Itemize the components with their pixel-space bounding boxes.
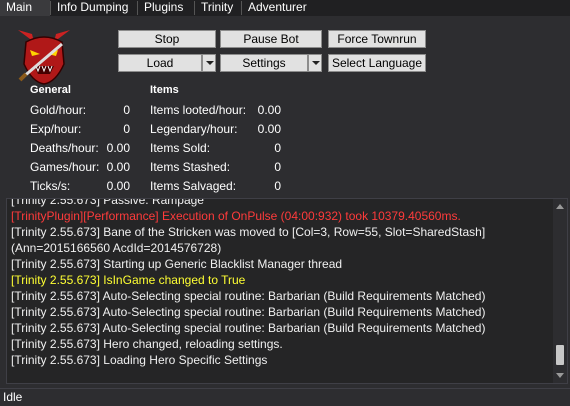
gold-per-hour-label: Gold/hour:	[30, 103, 87, 117]
log-line: [Trinity 2.55.673] Passive: Rampage	[11, 198, 204, 207]
settings-button[interactable]: Settings	[220, 54, 308, 72]
items-looted-label: Items looted/hour:	[150, 103, 247, 117]
scroll-down-arrow-icon[interactable]	[556, 373, 564, 378]
demon-logo-icon	[18, 30, 70, 85]
items-sold-value: 0	[274, 141, 281, 155]
log-line: [TrinityPlugin][Performance] Execution o…	[11, 209, 461, 223]
deaths-per-hour-label: Deaths/hour:	[30, 141, 99, 155]
tab-adventurer[interactable]: Adventurer	[242, 0, 312, 16]
log-line: [Trinity 2.55.673] Loading Hero Specific…	[11, 353, 268, 367]
status-bar: Idle	[0, 388, 570, 406]
tab-trinity[interactable]: Trinity	[195, 0, 241, 16]
log-line: [Trinity 2.55.673] Auto-Selecting specia…	[11, 289, 486, 303]
items-stashed-label: Items Stashed:	[150, 160, 231, 174]
deaths-per-hour-value: 0.00	[106, 141, 130, 155]
legendary-per-hour-value: 0.00	[257, 122, 281, 136]
log-scrollbar[interactable]	[553, 199, 567, 383]
load-button[interactable]: Load	[118, 54, 202, 72]
load-dropdown-arrow[interactable]	[202, 54, 216, 72]
items-looted-value: 0.00	[257, 103, 281, 117]
stop-button[interactable]: Stop	[118, 30, 216, 48]
ticks-per-second-label: Ticks/s:	[30, 179, 71, 193]
status-text: Idle	[3, 390, 23, 404]
log-line: [Trinity 2.55.673] Starting up Generic B…	[11, 257, 343, 271]
tab-plugins[interactable]: Plugins	[138, 0, 194, 16]
log-line: [Trinity 2.55.673] IsInGame changed to T…	[11, 273, 246, 287]
ticks-per-second-value: 0.00	[106, 179, 130, 193]
select-language-button[interactable]: Select Language	[328, 54, 426, 72]
items-salvaged-value: 0	[274, 179, 281, 193]
general-heading: General	[30, 84, 71, 96]
items-heading: Items	[150, 84, 179, 96]
log-line: [Trinity 2.55.673] Auto-Selecting specia…	[11, 305, 486, 319]
tab-bar: Main Info Dumping Plugins Trinity Advent…	[0, 0, 570, 16]
tab-info-dumping[interactable]: Info Dumping	[51, 0, 137, 16]
settings-dropdown-arrow[interactable]	[308, 54, 322, 72]
force-townrun-button[interactable]: Force Townrun	[328, 30, 426, 48]
log-line: (Ann=2015166560 AcdId=2014576728)	[11, 241, 222, 255]
log-lines: [Trinity 2.55.673] Passive: Rampage [Trin…	[11, 198, 551, 368]
items-salvaged-label: Items Salvaged:	[150, 179, 237, 193]
items-sold-label: Items Sold:	[150, 141, 211, 155]
log-output[interactable]: [Trinity 2.55.673] Passive: Rampage [Trin…	[6, 198, 568, 384]
gold-per-hour-value: 0	[123, 103, 130, 117]
games-per-hour-label: Games/hour:	[30, 160, 100, 174]
log-line: [Trinity 2.55.673] Hero changed, reloadi…	[11, 337, 283, 351]
pause-bot-button[interactable]: Pause Bot	[220, 30, 322, 48]
legendary-per-hour-label: Legendary/hour:	[150, 122, 238, 136]
log-line: [Trinity 2.55.673] Auto-Selecting specia…	[11, 321, 486, 335]
scroll-up-arrow-icon[interactable]	[556, 204, 564, 209]
exp-per-hour-label: Exp/hour:	[30, 122, 82, 136]
exp-per-hour-value: 0	[123, 122, 130, 136]
tab-main[interactable]: Main	[0, 0, 50, 16]
items-stashed-value: 0	[274, 160, 281, 174]
log-line: [Trinity 2.55.673] Bane of the Stricken …	[11, 225, 486, 239]
scrollbar-thumb[interactable]	[556, 345, 564, 365]
games-per-hour-value: 0.00	[106, 160, 130, 174]
